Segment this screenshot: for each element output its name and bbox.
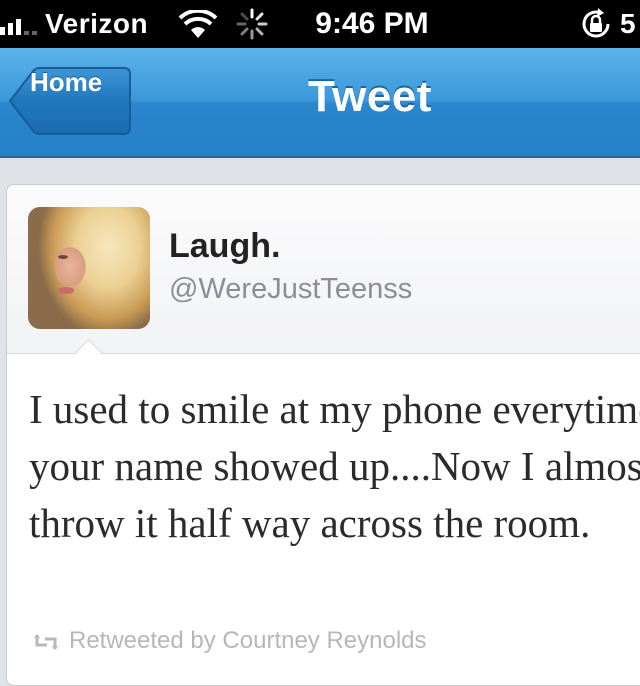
retweet-text: Retweeted by Courtney Reynolds [69,627,427,654]
rotation-lock-icon [582,8,610,38]
battery-level: 5 [620,8,636,39]
page-title: Tweet [308,72,432,121]
status-bar: Verizon 9:46 PM 5 [0,0,640,48]
avatar[interactable] [28,207,150,329]
tweet-text: I used to smile at my phone everytime yo… [29,386,640,546]
retweet-icon [34,633,58,650]
retweet-info[interactable]: Retweeted by Courtney Reynolds [33,627,427,655]
tweet-card: Laugh. @WereJustTeenss I used to smile a… [6,184,640,686]
avatar-lips [58,287,74,294]
author-handle: @WereJustTeenss [169,273,413,305]
avatar-eye [58,255,68,259]
author-name: Laugh. [169,227,281,265]
status-time: 9:46 PM [315,7,429,40]
navigation-bar: Home Tweet [0,48,640,158]
tweet-author-header[interactable]: Laugh. @WereJustTeenss [7,185,640,354]
